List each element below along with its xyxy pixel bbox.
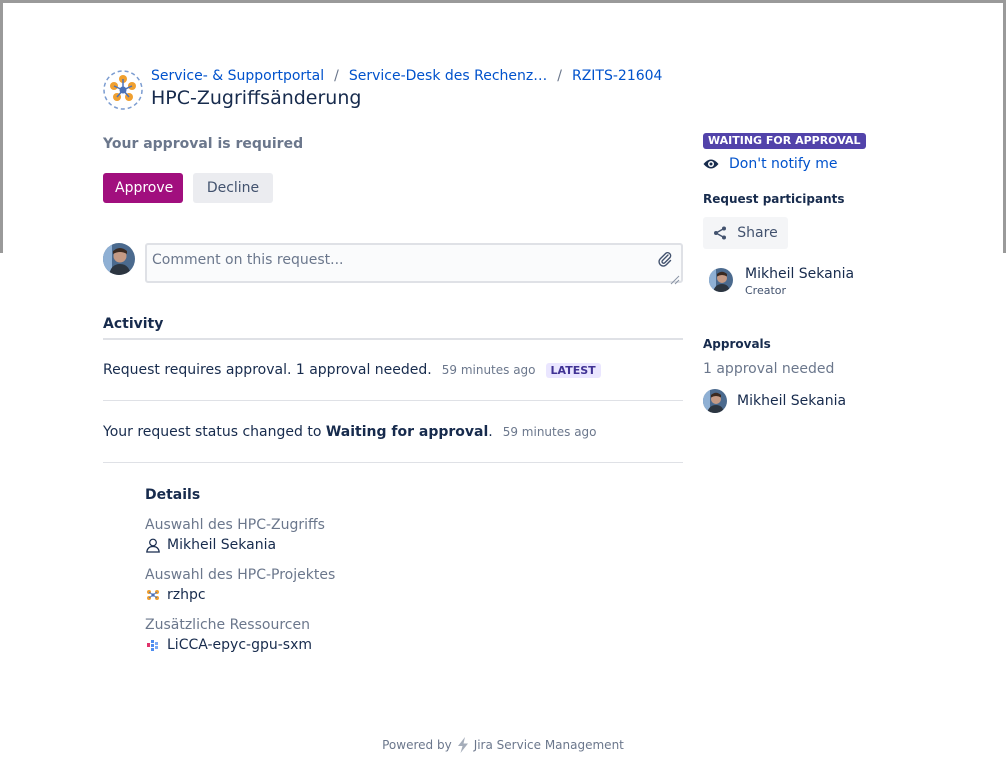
lightning-bolt-icon (457, 737, 468, 753)
dont-notify-label: Don't notify me (729, 156, 838, 172)
divider (103, 462, 683, 463)
comment-input[interactable] (145, 243, 683, 283)
approval-required-text: Your approval is required (103, 136, 304, 152)
breadcrumb-separator: / (557, 68, 562, 84)
field-value: LiCCA-epyc-gpu-sxm (145, 636, 665, 654)
participant-info: Mikheil Sekania Creator (745, 265, 854, 299)
approver-name: Mikheil Sekania (737, 393, 847, 409)
field-label: Auswahl des HPC-Zugriffs (145, 517, 325, 533)
approvals-needed-text: 1 approval needed (703, 361, 835, 377)
footer: Powered by Jira Service Management (3, 737, 1003, 753)
approvals-heading: Approvals (703, 337, 771, 351)
activity-item: Request requires approval. 1 approval ne… (103, 362, 601, 378)
activity-text-prefix: Your request status changed to (103, 424, 326, 440)
details-heading: Details (145, 487, 201, 503)
share-button[interactable]: Share (703, 217, 788, 249)
product-name: Jira Service Management (473, 738, 624, 752)
activity-text-suffix: . (488, 424, 493, 440)
share-label: Share (737, 225, 778, 241)
divider (103, 400, 683, 401)
latest-badge: LATEST (545, 362, 601, 378)
approve-button[interactable]: Approve (103, 173, 183, 203)
avatar (703, 389, 727, 413)
activity-text: Request requires approval. 1 approval ne… (103, 362, 432, 378)
breadcrumb-service-desk-link[interactable]: Service-Desk des Rechenz… (349, 68, 547, 84)
status-badge: WAITING FOR APPROVAL (703, 133, 866, 149)
breadcrumb-separator: / (334, 68, 339, 84)
field-value: rzhpc (145, 586, 665, 604)
avatar (709, 268, 733, 292)
powered-by-text: Powered by (382, 738, 452, 752)
portal-logo (102, 69, 144, 111)
page-title: HPC-Zugriffsänderung (151, 87, 362, 109)
breadcrumb: Service- & Supportportal / Service-Desk … (151, 66, 662, 86)
participant-role: Creator (745, 284, 787, 297)
activity-status-name: Waiting for approval (325, 424, 489, 440)
activity-timestamp: 59 minutes ago (502, 425, 597, 439)
activity-timestamp: 59 minutes ago (441, 363, 536, 377)
field-label: Zusätzliche Ressourcen (145, 617, 310, 633)
approver-item: Mikheil Sekania (703, 389, 846, 413)
details-section: Details Auswahl des HPC-Zugriffs Mikheil… (145, 487, 665, 666)
breadcrumb-ticket-link[interactable]: RZITS-21604 (572, 68, 662, 84)
field-value-text: rzhpc (167, 587, 206, 603)
resource-icon (147, 640, 158, 651)
participant-item: Mikheil Sekania Creator (709, 265, 854, 299)
field-value-text: LiCCA-epyc-gpu-sxm (167, 637, 313, 653)
eye-icon (703, 159, 719, 169)
share-icon (714, 226, 727, 240)
decline-button[interactable]: Decline (193, 173, 273, 203)
project-icon (147, 590, 159, 600)
activity-item: Your request status changed to Waiting f… (103, 424, 597, 440)
resize-handle-icon[interactable] (670, 270, 680, 285)
participant-name: Mikheil Sekania (745, 266, 855, 282)
avatar (103, 243, 135, 275)
dont-notify-toggle[interactable]: Don't notify me (703, 156, 838, 172)
user-icon (146, 538, 160, 553)
request-card: Service- & Supportportal / Service-Desk … (3, 3, 1003, 775)
field-value: Mikheil Sekania (145, 536, 665, 554)
activity-heading: Activity (103, 316, 164, 332)
field-label: Auswahl des HPC-Projektes (145, 567, 336, 583)
divider (103, 338, 683, 340)
request-participants-heading: Request participants (703, 192, 845, 206)
breadcrumb-portal-link[interactable]: Service- & Supportportal (151, 68, 324, 84)
field-value-text: Mikheil Sekania (167, 537, 277, 553)
paperclip-icon[interactable] (657, 251, 673, 267)
